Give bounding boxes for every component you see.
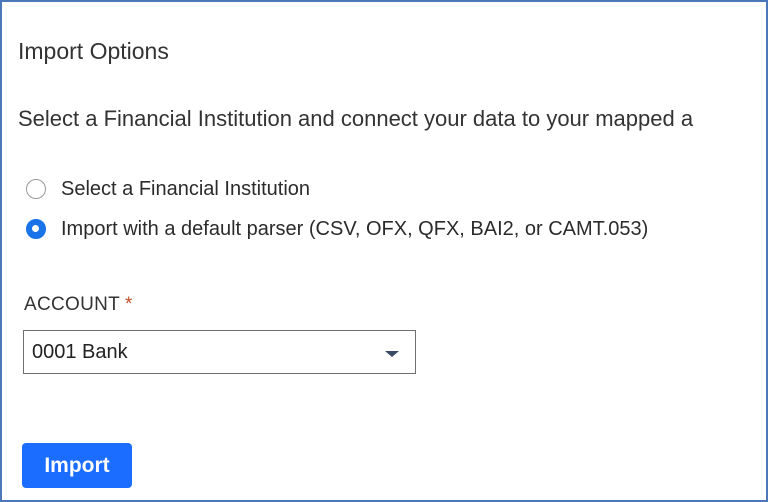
account-select-value: 0001 Bank: [32, 341, 128, 363]
radio-label: Select a Financial Institution: [61, 177, 311, 200]
radio-option-default-parser[interactable]: Import with a default parser (CSV, OFX, …: [26, 215, 648, 243]
import-options-panel: Import Options Select a Financial Instit…: [0, 0, 768, 502]
radio-option-financial-institution[interactable]: Select a Financial Institution: [26, 175, 310, 203]
section-description: Select a Financial Institution and conne…: [18, 106, 694, 131]
caret-down-icon: [385, 351, 399, 357]
radio-button-checked[interactable]: [26, 219, 46, 239]
import-button[interactable]: Import: [22, 443, 132, 488]
account-field-label: ACCOUNT *: [24, 294, 133, 316]
section-title: Import Options: [18, 38, 169, 64]
account-label-text: ACCOUNT: [24, 294, 121, 315]
account-select[interactable]: 0001 Bank: [23, 330, 416, 374]
radio-label: Import with a default parser (CSV, OFX, …: [61, 217, 649, 240]
required-asterisk: *: [125, 294, 133, 315]
radio-button-unchecked[interactable]: [26, 179, 46, 199]
